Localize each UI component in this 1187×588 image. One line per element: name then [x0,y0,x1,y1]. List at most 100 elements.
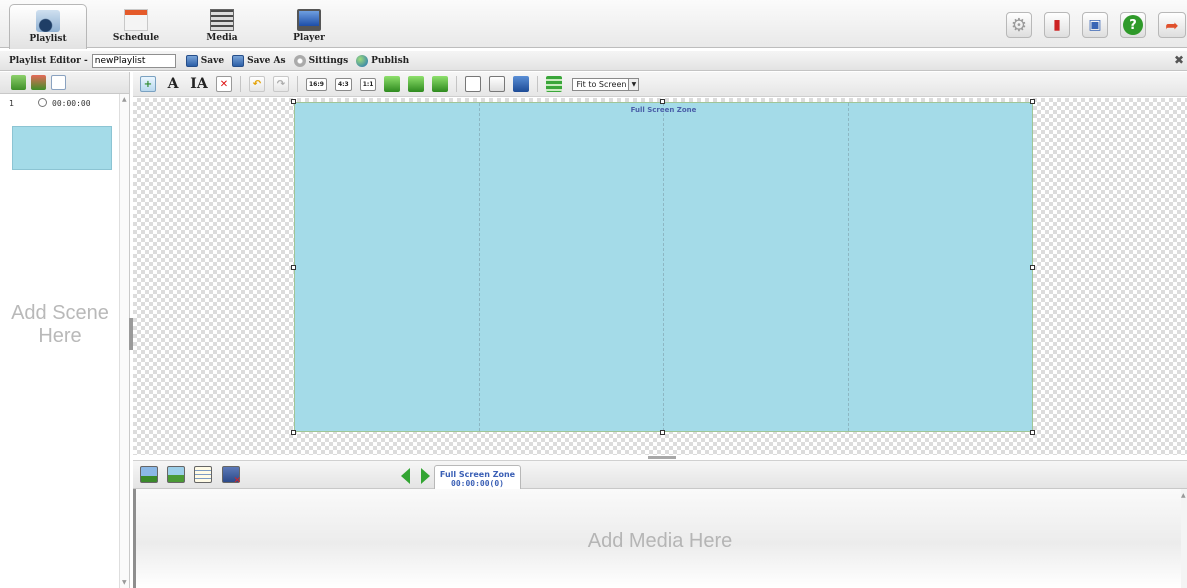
ratio-16-9-button[interactable]: 16:9 [306,77,327,91]
undo-icon[interactable]: ↶ [249,76,265,92]
guide-line [848,103,849,431]
resize-handle[interactable] [291,265,296,270]
zoom-select-value: Fit to Screen [576,79,627,89]
stack-icon[interactable] [546,76,563,92]
zoom-select[interactable]: Fit to Screen ▼ [572,77,640,91]
add-video-media-icon[interactable] [167,466,185,483]
cards-icon: ▮ [1053,17,1061,33]
scene-panel: 1 00:00:00 Add Scene Here ▲ ▼ [0,72,130,588]
copy-scene-icon[interactable] [51,75,66,90]
ratio-1-1-button[interactable]: 1:1 [359,77,377,91]
canvas-resize-grip[interactable] [648,456,676,459]
cards-button[interactable]: ▮ [1044,12,1070,38]
logout-icon: ➦ [1165,15,1179,35]
design-canvas[interactable]: Full Screen Zone [133,98,1187,456]
tab-full-screen-zone[interactable]: Full Screen Zone 00:00:00(0) [434,465,521,491]
resize-handle[interactable] [660,430,665,435]
add-media-hint: Add Media Here [587,530,733,552]
settings-label: Sittings [308,55,349,66]
add-ticker-icon[interactable]: IA [190,76,208,92]
add-zone-icon[interactable]: + [140,76,156,92]
add-text-media-icon[interactable] [194,466,212,483]
canvas-toolbar: + A IA ✕ ↶ ↷ 16:9 4:3 1:1 Fit to Screen … [133,72,1187,97]
playlist-editor-bar: Playlist Editor - Save Save As Sittings … [0,51,1187,71]
scene-number: 1 [9,99,15,108]
tab-playlist[interactable]: Playlist [9,4,87,49]
help-icon: ? [1123,15,1143,35]
resize-handle[interactable] [291,430,296,435]
add-scene-icon[interactable] [11,75,26,90]
scene-list-item[interactable]: 1 00:00:00 [0,94,129,116]
fit-full-icon[interactable] [432,76,449,92]
top-navigation: Playlist Schedule Media Player ⚙ ▮ ▣ ? ➦ [0,0,1187,49]
floppy-disk-copy-icon [232,54,245,67]
toolbar-divider [537,76,539,92]
delete-zone-icon[interactable]: ✕ [216,76,232,92]
monitor-icon [297,9,321,31]
toolbar-divider [240,76,241,92]
save-as-label: Save As [247,55,286,66]
media-scrollbar[interactable]: ▲ [1181,489,1187,588]
zone-tab-time: 00:00:00(0) [451,479,504,488]
publish-label: Publish [371,55,410,66]
media-list-area[interactable]: Add Media Here ▲ [133,489,1187,588]
settings-button[interactable]: ⚙ [1006,12,1032,38]
playlist-editor-title: Playlist Editor - [9,55,88,66]
guide-line [479,103,480,431]
playlist-icon [36,10,60,32]
resize-handle[interactable] [1030,430,1035,435]
scene-toolbar [0,72,129,94]
paste-icon[interactable] [489,76,506,92]
scene-scrollbar[interactable]: ▲ ▼ [119,94,129,588]
save-button[interactable]: Save [185,54,224,67]
playlist-name-input[interactable] [91,53,176,68]
previous-zone-icon[interactable] [401,468,410,484]
resize-handle[interactable] [1030,265,1035,270]
scroll-up-icon[interactable]: ▲ [122,96,127,103]
scene-duration: 00:00:00 [52,99,91,108]
media-panel-edge [133,489,136,588]
fit-height-icon[interactable] [408,76,425,92]
tab-schedule[interactable]: Schedule [97,4,175,46]
next-zone-icon[interactable] [421,468,430,484]
delete-scene-icon[interactable] [31,75,46,90]
film-icon [210,9,234,31]
gear-icon [293,54,306,67]
zone-label: Full Screen Zone [630,106,697,114]
fit-width-icon[interactable] [384,76,401,92]
guide-line [663,103,664,431]
save-as-button[interactable]: Save As [232,54,286,67]
toolbar-divider [297,76,298,92]
full-screen-zone[interactable]: Full Screen Zone [294,102,1033,432]
scroll-down-icon[interactable]: ▼ [122,579,127,586]
resize-handle[interactable] [291,99,296,104]
help-button[interactable]: ? [1120,12,1146,38]
resize-handle[interactable] [660,99,665,104]
add-scene-hint: Add Scene Here [11,302,109,347]
publish-button[interactable]: Publish [356,54,410,67]
tab-player[interactable]: Player [270,4,348,46]
tab-playlist-label: Playlist [29,34,67,44]
resize-handle[interactable] [1030,99,1035,104]
scroll-up-icon[interactable]: ▲ [1181,492,1186,499]
calendar-icon [124,9,148,31]
monitor-search-icon: ▣ [1088,17,1102,33]
chevron-down-icon: ▼ [628,78,639,90]
close-icon[interactable]: ✖ [1174,53,1184,67]
tab-media[interactable]: Media [183,4,261,46]
tab-player-label: Player [293,33,325,43]
floppy-disk-icon [185,54,198,67]
redo-icon[interactable]: ↷ [273,76,289,92]
scene-thumbnail[interactable] [12,126,112,170]
monitor-search-button[interactable]: ▣ [1082,12,1108,38]
add-image-media-icon[interactable] [140,466,158,483]
clock-icon [38,98,47,107]
blank-page-icon[interactable] [465,76,482,92]
logout-button[interactable]: ➦ [1158,12,1186,38]
ratio-4-3-button[interactable]: 4:3 [334,77,352,91]
add-text-icon[interactable]: A [164,76,182,92]
layer-icon[interactable] [513,76,530,92]
settings-text-button[interactable]: Sittings [293,54,349,67]
globe-icon [356,54,369,67]
delete-media-icon[interactable] [222,466,241,486]
